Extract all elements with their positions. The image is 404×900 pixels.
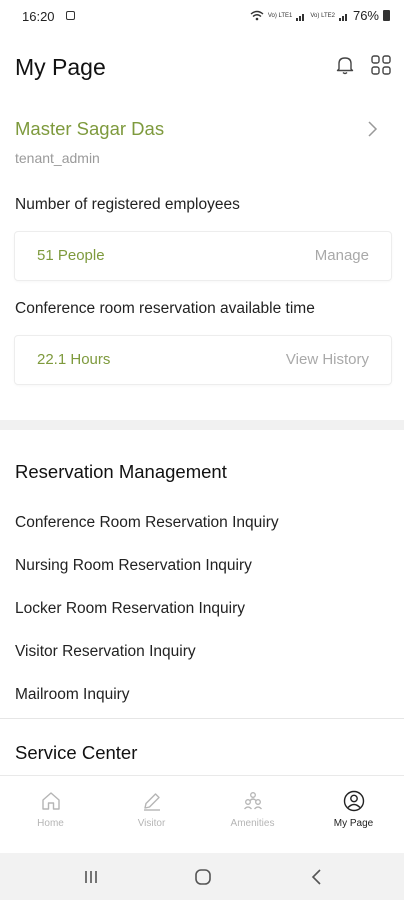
menu-item-conference-room-inquiry[interactable]: Conference Room Reservation Inquiry xyxy=(15,514,279,532)
nav-amenities[interactable]: Amenities xyxy=(202,790,303,829)
system-nav-bar xyxy=(0,853,404,900)
menu-item-nursing-room-inquiry[interactable]: Nursing Room Reservation Inquiry xyxy=(15,557,252,575)
employees-count: 51 People xyxy=(37,247,105,264)
status-right: Vo) LTE1 Vo) LTE2 76% xyxy=(250,8,390,23)
employees-label: Number of registered employees xyxy=(15,196,240,213)
menu-item-visitor-inquiry[interactable]: Visitor Reservation Inquiry xyxy=(15,643,196,661)
conference-hours: 22.1 Hours xyxy=(37,351,111,368)
amenities-icon xyxy=(243,792,262,810)
reservation-management-title: Reservation Management xyxy=(15,461,227,482)
conference-card: 22.1 Hours View History xyxy=(14,335,392,385)
employees-card: 51 People Manage xyxy=(14,231,392,281)
chevron-right-icon xyxy=(368,121,378,137)
status-bar: 16:20 Vo) LTE1 Vo) LTE2 76% xyxy=(0,0,404,32)
home-button-icon[interactable] xyxy=(193,868,213,886)
grid-icon[interactable] xyxy=(370,54,392,76)
nav-visitor[interactable]: Visitor xyxy=(101,790,202,829)
battery-percent: 76% xyxy=(352,8,379,23)
bottom-nav: Home Visitor Amenities My Page xyxy=(0,775,404,854)
pencil-icon xyxy=(143,793,160,811)
menu-item-mailroom-inquiry[interactable]: Mailroom Inquiry xyxy=(15,686,130,704)
recent-apps-icon[interactable] xyxy=(82,868,100,886)
conference-label: Conference room reservation available ti… xyxy=(15,300,315,317)
profile-role: tenant_admin xyxy=(15,150,100,166)
nav-amenities-label: Amenities xyxy=(230,818,275,829)
status-time: 16:20 xyxy=(22,9,55,24)
profile-name: Master Sagar Das xyxy=(15,118,165,139)
signal-2-text: Vo) LTE2 xyxy=(310,12,335,19)
nav-home[interactable]: Home xyxy=(0,790,101,829)
menu-item-locker-room-inquiry[interactable]: Locker Room Reservation Inquiry xyxy=(15,600,245,618)
nav-my-page-label: My Page xyxy=(333,818,374,829)
section-separator xyxy=(0,718,404,719)
battery-icon xyxy=(383,10,390,21)
page-title: My Page xyxy=(15,54,106,80)
nav-home-label: Home xyxy=(37,818,64,829)
profile-row[interactable]: Master Sagar Das tenant_admin xyxy=(0,112,404,172)
service-center-title: Service Center xyxy=(15,742,138,763)
wifi-icon xyxy=(250,10,264,21)
page-header: My Page xyxy=(0,46,404,90)
bell-icon[interactable] xyxy=(334,54,356,76)
signal-icon xyxy=(338,13,347,21)
nav-visitor-label: Visitor xyxy=(137,818,166,829)
manage-button[interactable]: Manage xyxy=(315,247,369,264)
section-divider xyxy=(0,420,404,430)
home-icon xyxy=(41,792,60,810)
nav-my-page[interactable]: My Page xyxy=(303,790,404,829)
signal-1-text: Vo) LTE1 xyxy=(267,12,293,19)
view-history-button[interactable]: View History xyxy=(286,351,369,368)
notification-icon xyxy=(66,11,75,20)
back-icon[interactable] xyxy=(308,868,326,886)
signal-icon xyxy=(296,13,305,21)
user-icon xyxy=(343,790,364,812)
